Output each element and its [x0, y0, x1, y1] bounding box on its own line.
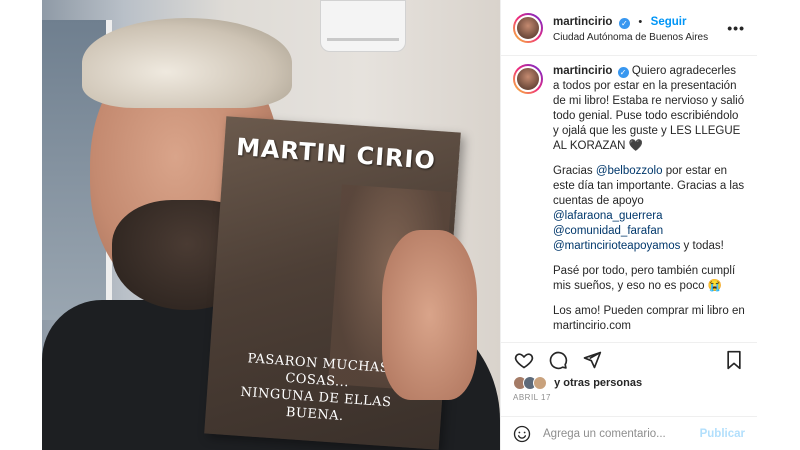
mention-link[interactable]: @belbozzolo	[596, 165, 663, 177]
more-options-icon[interactable]: •••	[727, 20, 745, 36]
author-avatar[interactable]	[513, 12, 543, 43]
comment-bar: Agrega un comentario... Publicar	[501, 416, 757, 450]
likes-summary[interactable]: y otras personas	[501, 376, 757, 392]
caption-username[interactable]: martincirio	[553, 65, 612, 77]
book-title: MARTIN CIRIO	[235, 132, 437, 175]
verified-icon: ✓	[617, 67, 629, 78]
mention-link[interactable]: @martincirioteapoyamos	[553, 240, 680, 252]
caption-avatar[interactable]	[513, 64, 543, 94]
photo-hair	[82, 18, 292, 108]
action-bar	[501, 342, 757, 376]
bookmark-icon	[727, 350, 741, 369]
separator-dot: •	[638, 16, 643, 28]
caption-avatar-image	[515, 66, 541, 92]
photo-air-conditioner	[320, 0, 406, 52]
header-line: martincirio ✓ • Seguir	[553, 12, 727, 30]
author-avatar-image	[515, 14, 541, 41]
post-photo[interactable]: MARTIN CIRIO PASARON MUCHAS COSAS... NIN…	[42, 0, 500, 450]
follow-button[interactable]: Seguir	[651, 16, 687, 28]
share-icon	[583, 351, 602, 368]
photo-hand	[382, 230, 477, 400]
instagram-post: MARTIN CIRIO PASARON MUCHAS COSAS... NIN…	[42, 0, 757, 450]
caption-paragraph-2: Gracias @belbozzolo por estar en este dí…	[553, 164, 745, 254]
caption-p2-pre: Gracias	[553, 165, 596, 177]
mention-link[interactable]: @lafaraona_guerrera	[553, 210, 663, 222]
post-date: ABRIL 17	[513, 393, 551, 402]
likers-avatars	[513, 376, 547, 390]
location-link[interactable]: Ciudad Autónoma de Buenos Aires	[553, 32, 727, 43]
save-button[interactable]	[723, 349, 745, 371]
mention-link[interactable]: @comunidad_farafan	[553, 225, 663, 237]
caption-p2-post: y todas!	[680, 240, 724, 252]
comment-icon	[549, 351, 568, 369]
publish-button[interactable]: Publicar	[700, 428, 745, 440]
caption: martincirio ✓ Quiero agradecerles a todo…	[501, 56, 757, 336]
caption-p1-text: Quiero agradecerles a todos por estar en…	[553, 65, 745, 152]
likes-text: y otras personas	[554, 376, 643, 389]
liker-avatar	[533, 376, 547, 390]
comment-input[interactable]: Agrega un comentario...	[543, 428, 700, 440]
post-header: martincirio ✓ • Seguir Ciudad Autónoma d…	[501, 0, 757, 56]
caption-paragraph-3: Pasé por todo, pero también cumplí mis s…	[553, 265, 736, 292]
post-sidebar: martincirio ✓ • Seguir Ciudad Autónoma d…	[500, 0, 757, 450]
heart-icon	[514, 352, 534, 368]
verified-icon: ✓	[618, 18, 630, 29]
like-button[interactable]	[513, 349, 535, 371]
comment-button[interactable]	[547, 349, 569, 371]
author-username[interactable]: martincirio	[553, 16, 612, 28]
header-text: martincirio ✓ • Seguir Ciudad Autónoma d…	[553, 12, 727, 43]
caption-paragraph-1: martincirio ✓ Quiero agradecerles a todo…	[553, 64, 745, 154]
caption-paragraph-4: Los amo! Pueden comprar mi libro en mart…	[553, 305, 745, 332]
share-button[interactable]	[581, 349, 603, 371]
emoji-icon[interactable]	[513, 425, 531, 443]
caption-text: martincirio ✓ Quiero agradecerles a todo…	[553, 64, 745, 336]
